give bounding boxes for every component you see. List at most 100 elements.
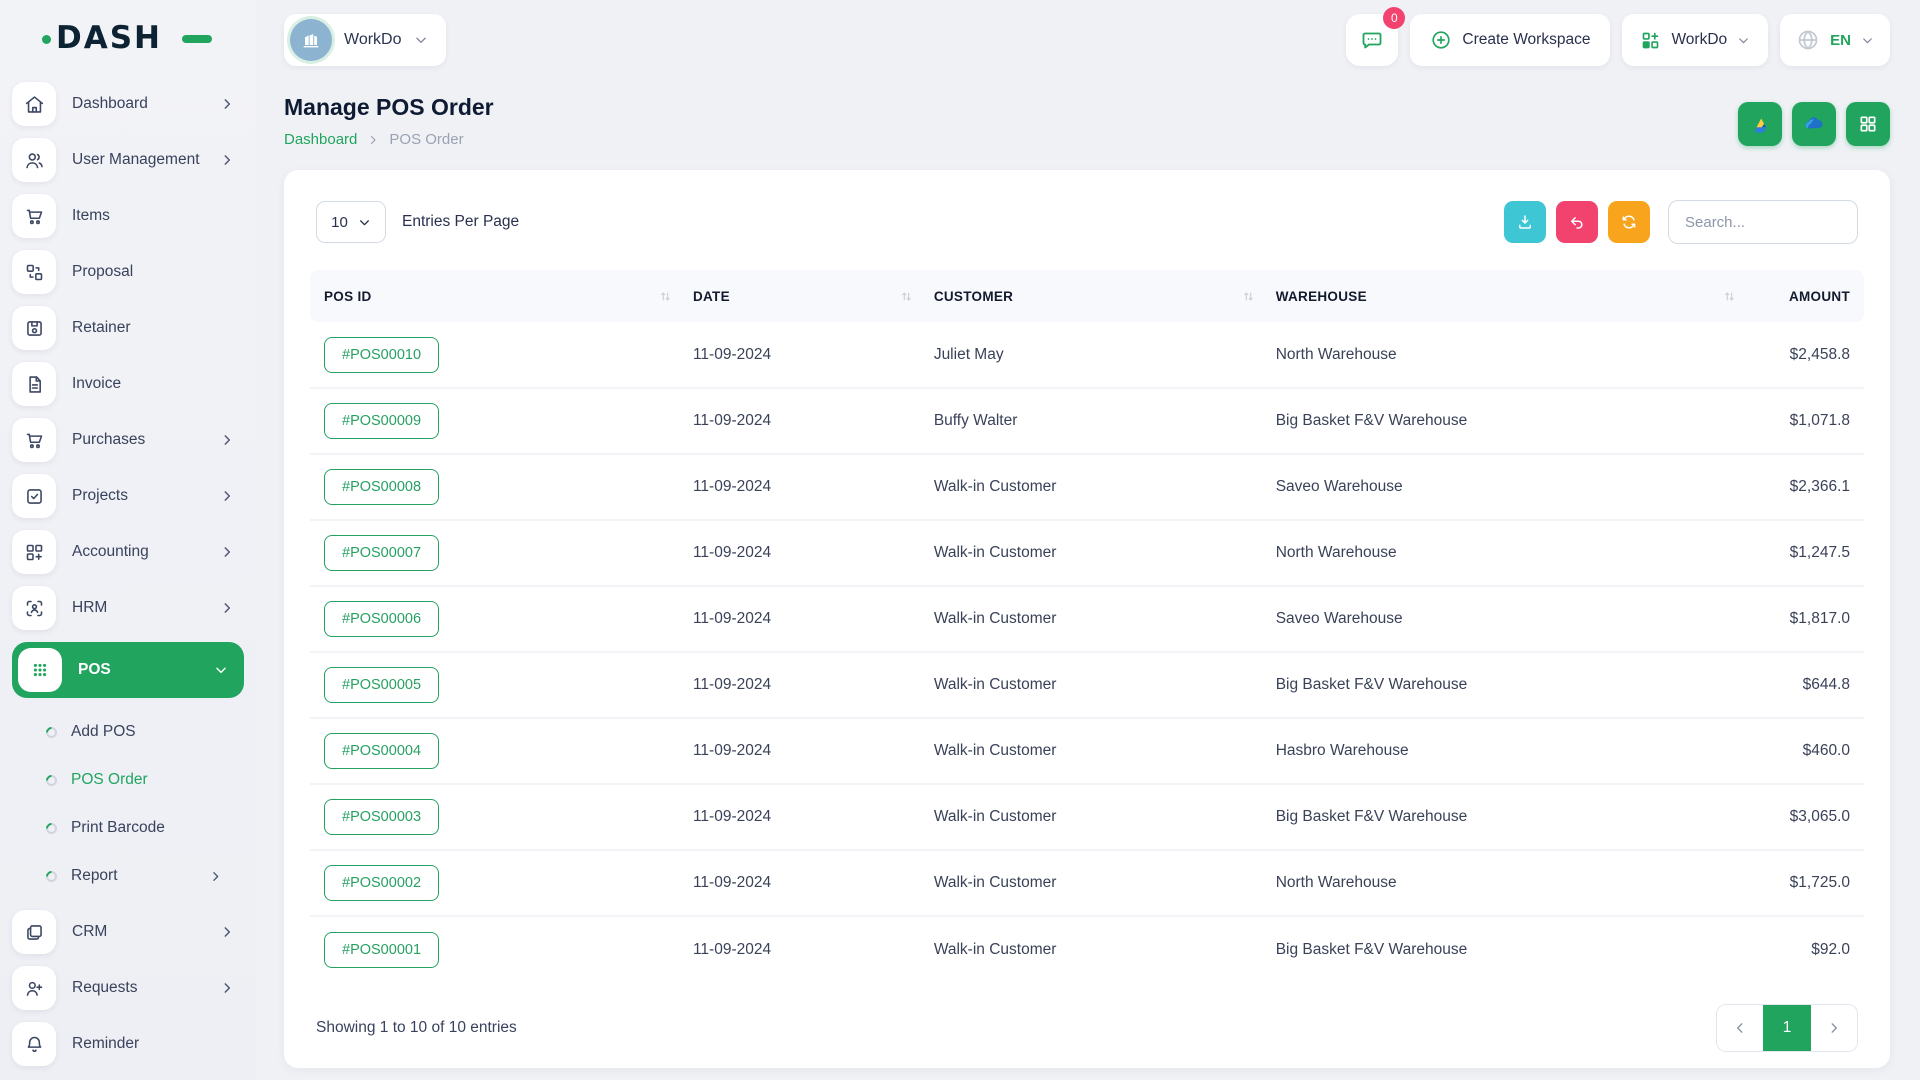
grid-plus-icon <box>12 530 56 574</box>
sidebar-item-proposal[interactable]: Proposal <box>12 250 244 294</box>
sidebar-item-dashboard[interactable]: Dashboard <box>12 82 244 126</box>
warehouse-cell: North Warehouse <box>1266 520 1748 586</box>
warehouse-cell: Saveo Warehouse <box>1266 586 1748 652</box>
sidebar-item-hrm[interactable]: HRM <box>12 586 244 630</box>
sidebar-item-label: Retainer <box>72 319 244 337</box>
check-square-icon <box>12 474 56 518</box>
undo-button[interactable] <box>1556 201 1598 243</box>
warehouse-cell: Hasbro Warehouse <box>1266 718 1748 784</box>
cart-icon <box>12 418 56 462</box>
workdo-menu-label: WorkDo <box>1671 31 1727 49</box>
date-cell: 11-09-2024 <box>683 784 924 850</box>
chevron-down-icon <box>1737 34 1750 47</box>
column-header-warehouse[interactable]: WAREHOUSE <box>1266 270 1748 322</box>
breadcrumb-dashboard-link[interactable]: Dashboard <box>284 131 357 148</box>
pos-id-badge[interactable]: #POS00002 <box>324 865 439 901</box>
pos-id-badge[interactable]: #POS00001 <box>324 932 439 968</box>
entries-per-page-select[interactable]: 10 <box>316 201 386 243</box>
table-row: #POS00004 11-09-2024 Walk-in Customer Ha… <box>310 718 1864 784</box>
showing-entries-text: Showing 1 to 10 of 10 entries <box>316 1019 517 1037</box>
refresh-button[interactable] <box>1608 201 1650 243</box>
column-header-amount[interactable]: AMOUNT <box>1747 270 1864 322</box>
user-plus-icon <box>12 966 56 1010</box>
apps-plus-icon <box>1640 30 1661 51</box>
warehouse-cell: Saveo Warehouse <box>1266 454 1748 520</box>
sidebar-subitem-print-barcode[interactable]: Print Barcode <box>12 804 244 852</box>
sidebar-subitem-report[interactable]: Report <box>12 852 244 900</box>
sidebar-subitem-label: POS Order <box>71 771 244 789</box>
customer-cell: Walk-in Customer <box>924 520 1266 586</box>
sidebar-subitem-pos-order[interactable]: POS Order <box>12 756 244 804</box>
search-input[interactable] <box>1668 200 1858 244</box>
sidebar-item-crm[interactable]: CRM <box>12 910 244 954</box>
pos-id-badge[interactable]: #POS00006 <box>324 601 439 637</box>
chevron-right-icon <box>220 433 234 447</box>
date-cell: 11-09-2024 <box>683 388 924 454</box>
sidebar-item-user-management[interactable]: User Management <box>12 138 244 182</box>
create-workspace-button[interactable]: Create Workspace <box>1410 14 1610 66</box>
app-root: DASH Dashboard User Management <box>0 0 1920 1080</box>
customer-cell: Juliet May <box>924 322 1266 388</box>
refresh-icon <box>1620 213 1638 231</box>
sidebar-item-retainer[interactable]: Retainer <box>12 306 244 350</box>
pos-id-badge[interactable]: #POS00009 <box>324 403 439 439</box>
sidebar-item-invoice[interactable]: Invoice <box>12 362 244 406</box>
date-cell: 11-09-2024 <box>683 916 924 982</box>
pos-id-badge[interactable]: #POS00005 <box>324 667 439 703</box>
next-page-button[interactable] <box>1811 1005 1857 1051</box>
grid-view-button[interactable] <box>1846 102 1890 146</box>
pos-id-badge[interactable]: #POS00004 <box>324 733 439 769</box>
google-drive-button[interactable] <box>1738 102 1782 146</box>
sidebar-subitem-label: Print Barcode <box>71 819 244 837</box>
undo-icon <box>1568 213 1586 231</box>
pos-id-badge[interactable]: #POS00007 <box>324 535 439 571</box>
sort-icon <box>1722 289 1737 304</box>
pos-id-badge[interactable]: #POS00008 <box>324 469 439 505</box>
prev-page-button[interactable] <box>1717 1005 1763 1051</box>
workdo-menu-button[interactable]: WorkDo <box>1622 14 1768 66</box>
sidebar-item-requests[interactable]: Requests <box>12 966 244 1010</box>
sidebar-item-reminder[interactable]: Reminder <box>12 1022 244 1066</box>
download-icon <box>1516 213 1534 231</box>
sidebar-item-items[interactable]: Items <box>12 194 244 238</box>
column-header-date[interactable]: DATE <box>683 270 924 322</box>
person-scan-icon <box>12 586 56 630</box>
language-selector[interactable]: EN <box>1780 14 1890 66</box>
chevron-down-icon <box>358 216 371 229</box>
sidebar-item-purchases[interactable]: Purchases <box>12 418 244 462</box>
table-row: #POS00001 11-09-2024 Walk-in Customer Bi… <box>310 916 1864 982</box>
workspace-selector[interactable]: WorkDo <box>284 14 446 66</box>
chevron-left-icon <box>1733 1021 1747 1035</box>
chevron-right-icon <box>220 97 234 111</box>
chevron-down-icon <box>414 33 428 47</box>
table-row: #POS00007 11-09-2024 Walk-in Customer No… <box>310 520 1864 586</box>
export-button[interactable] <box>1504 201 1546 243</box>
customer-cell: Walk-in Customer <box>924 850 1266 916</box>
bullet-icon <box>44 724 60 740</box>
sidebar-item-projects[interactable]: Projects <box>12 474 244 518</box>
create-workspace-label: Create Workspace <box>1462 31 1590 49</box>
page-number-active[interactable]: 1 <box>1763 1005 1811 1051</box>
entries-value: 10 <box>331 214 348 231</box>
document-icon <box>12 362 56 406</box>
column-header-customer[interactable]: CUSTOMER <box>924 270 1266 322</box>
chevron-down-icon <box>214 663 228 677</box>
amount-cell: $2,458.8 <box>1747 322 1864 388</box>
pos-order-card: 10 Entries Per Page <box>284 170 1890 1068</box>
chat-button[interactable]: 0 <box>1346 14 1398 66</box>
table-row: #POS00010 11-09-2024 Juliet May North Wa… <box>310 322 1864 388</box>
chevron-right-icon <box>1827 1021 1841 1035</box>
sidebar-item-label: Items <box>72 207 244 225</box>
sidebar-item-accounting[interactable]: Accounting <box>12 530 244 574</box>
onedrive-button[interactable] <box>1792 102 1836 146</box>
pos-id-badge[interactable]: #POS00003 <box>324 799 439 835</box>
sidebar-item-pos[interactable]: POS <box>12 642 244 698</box>
pos-id-badge[interactable]: #POS00010 <box>324 337 439 373</box>
column-header-pos-id[interactable]: POS ID <box>310 270 683 322</box>
warehouse-cell: Big Basket F&V Warehouse <box>1266 916 1748 982</box>
pagination: 1 <box>1716 1004 1858 1052</box>
sidebar-item-label: Invoice <box>72 375 244 393</box>
sidebar-subitem-add-pos[interactable]: Add POS <box>12 708 244 756</box>
brand-logo[interactable]: DASH <box>56 20 186 56</box>
sidebar-item-label: Proposal <box>72 263 244 281</box>
